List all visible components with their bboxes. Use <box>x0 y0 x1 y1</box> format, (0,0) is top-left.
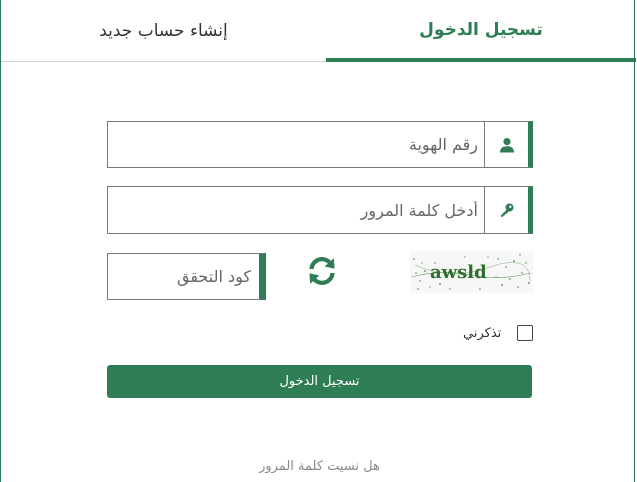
remember-me-checkbox[interactable] <box>517 325 533 341</box>
tab-bar: إنشاء حساب جديد تسجيل الدخول <box>1 0 636 62</box>
user-icon <box>484 122 528 167</box>
captcha-input[interactable] <box>108 254 259 299</box>
remember-me-label: تذكرني <box>463 325 502 341</box>
remember-me: تذكرني <box>463 322 533 344</box>
password-input[interactable] <box>108 187 484 233</box>
id-number-field <box>107 121 533 168</box>
login-button[interactable]: تسجيل الدخول <box>107 365 532 398</box>
captcha-image: awsld <box>410 251 533 293</box>
password-field <box>107 186 533 234</box>
forgot-password-link[interactable]: هل نسيت كلمة المرور <box>201 459 438 474</box>
captcha-field <box>107 253 266 300</box>
id-number-input[interactable] <box>108 122 484 167</box>
login-panel: إنشاء حساب جديد تسجيل الدخول رقم الهوية … <box>0 0 636 482</box>
captcha-text: awsld <box>430 262 487 283</box>
key-icon <box>484 187 528 233</box>
refresh-icon[interactable] <box>306 255 338 287</box>
tab-login[interactable]: تسجيل الدخول <box>326 0 636 62</box>
tab-register[interactable]: إنشاء حساب جديد <box>1 0 326 62</box>
